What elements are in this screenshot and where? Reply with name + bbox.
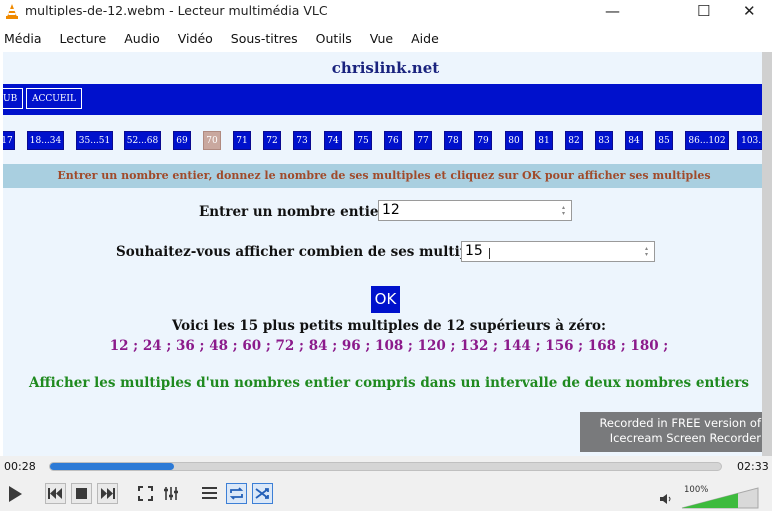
number-button[interactable]: 18...34 — [27, 131, 64, 150]
maximize-button[interactable]: ☐ — [697, 2, 710, 20]
number-button[interactable]: 83 — [595, 131, 613, 150]
number-button[interactable]: 82 — [565, 131, 583, 150]
title-bar: multiples-de-12.webm - Lecteur multimédi… — [0, 0, 772, 24]
previous-button[interactable] — [45, 483, 66, 504]
menu-video[interactable]: Vidéo — [178, 31, 213, 46]
stop-icon — [76, 488, 87, 499]
menu-audio[interactable]: Audio — [124, 31, 160, 46]
nav-partial-button[interactable]: UB — [3, 88, 24, 109]
vlc-cone-icon — [6, 4, 18, 19]
number-button[interactable]: 84 — [625, 131, 643, 150]
number-button[interactable]: 74 — [324, 131, 342, 150]
number-button[interactable]: 17 — [3, 131, 15, 150]
result-title: Voici les 15 plus petits multiples de 12… — [171, 318, 607, 334]
count-label: Souhaitez-vous afficher combien de ses m… — [116, 244, 504, 260]
elapsed-time: 00:28 — [4, 460, 36, 473]
count-input[interactable]: 15 ▴ ▾ — [461, 241, 655, 262]
spinner-arrows-icon[interactable]: ▴ ▾ — [645, 246, 651, 258]
next-icon — [101, 488, 115, 499]
play-icon — [9, 485, 22, 502]
next-button[interactable] — [97, 483, 118, 504]
menu-bar: Média Lecture Audio Vidéo Sous-titres Ou… — [0, 26, 772, 50]
menu-outils[interactable]: Outils — [316, 31, 352, 46]
equalizer-button[interactable] — [161, 483, 182, 504]
number-button[interactable]: 71 — [233, 131, 251, 150]
number-button[interactable]: 73 — [293, 131, 311, 150]
watermark-line-2: Icecream Screen Recorder — [609, 431, 761, 445]
number-button[interactable]: 79 — [474, 131, 492, 150]
number-button-active[interactable]: 70 — [203, 131, 221, 150]
number-button[interactable]: 80 — [505, 131, 523, 150]
number-button[interactable]: 69 — [173, 131, 191, 150]
speaker-icon[interactable] — [659, 493, 673, 505]
text-cursor-icon — [489, 248, 491, 259]
ok-button[interactable]: OK — [371, 286, 400, 313]
fullscreen-button[interactable] — [135, 483, 156, 504]
seek-progress — [50, 463, 175, 470]
watermark-line-1: Recorded in FREE version of — [599, 416, 761, 430]
spinner-arrows-icon[interactable]: ▴ ▾ — [562, 205, 568, 217]
menu-aide[interactable]: Aide — [411, 31, 439, 46]
number-input-value: 12 — [382, 202, 400, 218]
count-input-value: 15 — [465, 243, 483, 259]
number-button-row: 17 18...34 35...51 52...68 69 70 71 72 7… — [3, 131, 762, 150]
seek-bar[interactable] — [49, 462, 722, 471]
video-frame-webpage: chrislink.net UB ACCUEIL 17 18...34 35..… — [3, 52, 762, 456]
number-input[interactable]: 12 ▴ ▾ — [378, 200, 572, 221]
shuffle-button[interactable] — [252, 483, 273, 504]
recorder-watermark: Recorded in FREE version of Icecream Scr… — [580, 412, 762, 452]
menu-media[interactable]: Média — [4, 31, 42, 46]
number-button[interactable]: 85 — [655, 131, 673, 150]
volume-slider[interactable] — [680, 486, 760, 510]
window-edge — [762, 52, 772, 456]
playlist-button[interactable] — [199, 483, 220, 504]
playlist-icon — [202, 487, 217, 499]
menu-sous-titres[interactable]: Sous-titres — [231, 31, 298, 46]
stop-button[interactable] — [71, 483, 92, 504]
number-button[interactable]: 78 — [444, 131, 462, 150]
interval-link[interactable]: Afficher les multiples d'un nombres enti… — [3, 375, 762, 391]
menu-lecture[interactable]: Lecture — [60, 31, 107, 46]
shuffle-icon — [255, 488, 269, 499]
player-controls: 00:28 02:33 100% — [0, 456, 772, 511]
menu-vue[interactable]: Vue — [370, 31, 393, 46]
total-time: 02:33 — [737, 460, 769, 473]
window-title: multiples-de-12.webm - Lecteur multimédi… — [25, 3, 328, 16]
home-button[interactable]: ACCUEIL — [26, 88, 82, 109]
number-button[interactable]: 35...51 — [76, 131, 113, 150]
number-button[interactable]: 81 — [535, 131, 553, 150]
number-button[interactable]: 77 — [414, 131, 432, 150]
site-title[interactable]: chrislink.net — [3, 59, 762, 77]
instruction-text: Entrer un nombre entier, donnez le nombr… — [3, 164, 762, 188]
play-button[interactable] — [3, 483, 27, 504]
number-button[interactable]: 103... — [737, 131, 762, 150]
equalizer-icon — [164, 487, 178, 500]
previous-icon — [48, 488, 62, 499]
fullscreen-icon — [138, 486, 153, 501]
minimize-button[interactable]: — — [605, 2, 620, 20]
result-values: 12 ; 24 ; 36 ; 48 ; 60 ; 72 ; 84 ; 96 ; … — [109, 338, 669, 354]
number-label: Entrer un nombre entier : — [199, 204, 396, 220]
number-button[interactable]: 75 — [354, 131, 372, 150]
number-button[interactable]: 52...68 — [124, 131, 161, 150]
number-button[interactable]: 86...102 — [685, 131, 729, 150]
loop-button[interactable] — [226, 483, 247, 504]
number-button[interactable]: 72 — [263, 131, 281, 150]
close-button[interactable]: ✕ — [743, 2, 756, 20]
loop-icon — [229, 487, 244, 500]
nav-bar: UB ACCUEIL — [3, 84, 762, 115]
number-button[interactable]: 76 — [384, 131, 402, 150]
